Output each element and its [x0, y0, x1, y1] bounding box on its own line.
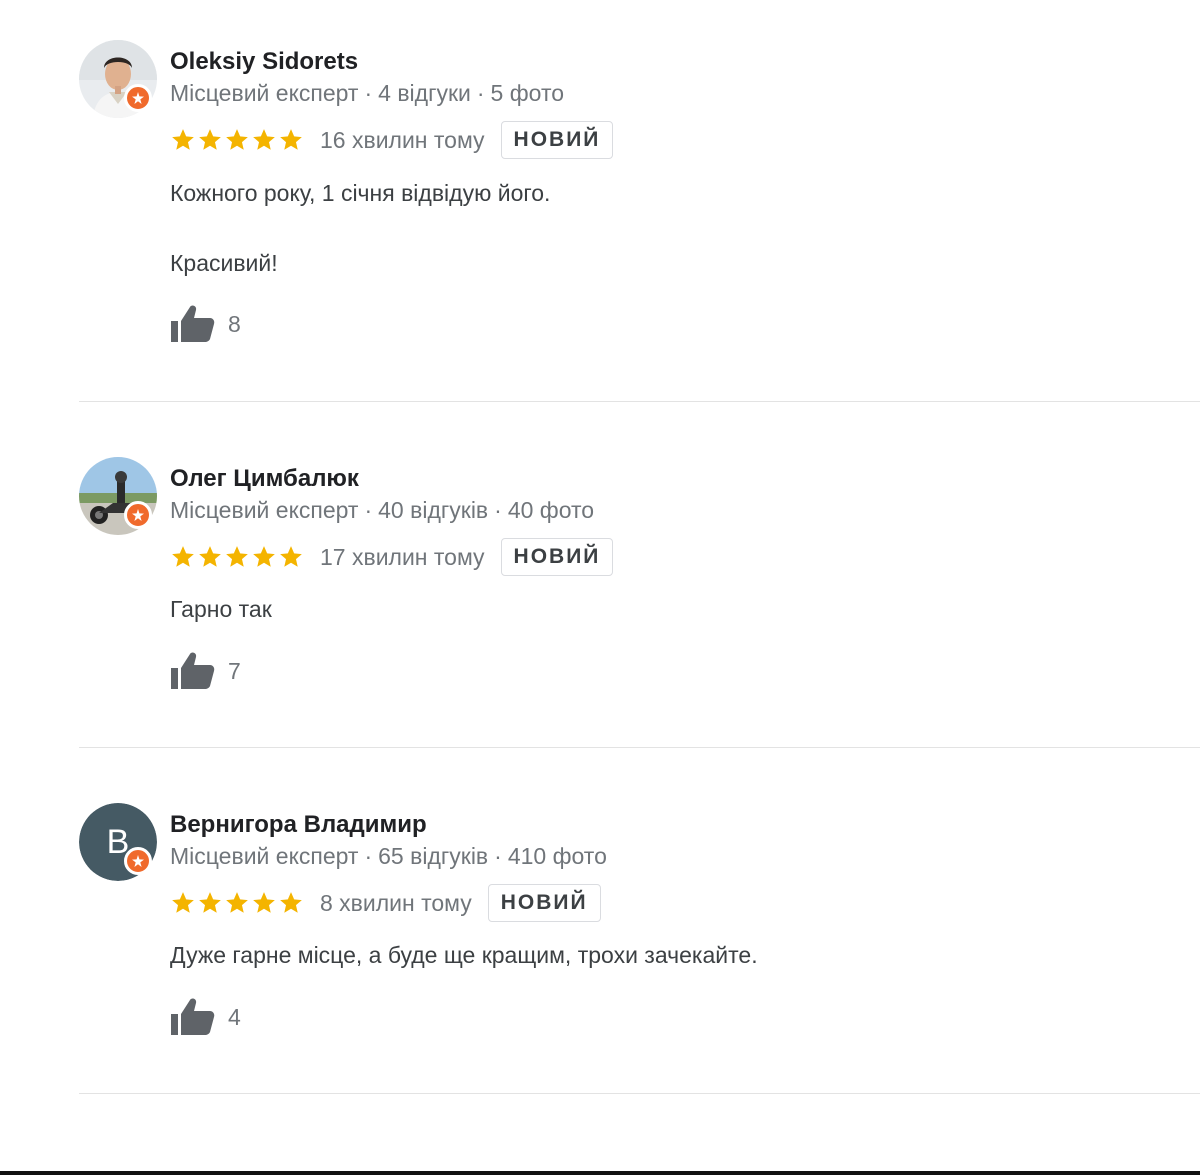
photos-count: 40 фото — [507, 497, 595, 523]
review-text-line: Кожного року, 1 січня відвідую його. — [170, 180, 551, 206]
review-text-line: Дуже гарне місце, а буде ще кращим, трох… — [170, 942, 758, 968]
local-guide-badge-icon — [124, 501, 152, 529]
separator: · — [476, 80, 485, 106]
divider — [79, 747, 1200, 748]
star-icon — [253, 129, 275, 150]
star-icon — [280, 129, 302, 150]
review-card: В Вернигора Владимир Місцевий експерт · 65… — [0, 803, 1200, 1053]
separator: · — [494, 497, 502, 523]
star-icon — [199, 892, 221, 913]
star-icon — [172, 129, 194, 150]
reviews-count: 65 відгуків — [378, 843, 489, 869]
reviews-count: 4 відгуки — [378, 80, 471, 106]
star-rating — [170, 890, 304, 916]
star-icon — [226, 546, 248, 567]
author-role: Місцевий експерт — [170, 497, 359, 523]
star-icon — [280, 546, 302, 567]
star-icon — [226, 129, 248, 150]
separator: · — [364, 80, 373, 106]
star-icon — [172, 892, 194, 913]
author-role: Місцевий експерт — [170, 80, 359, 106]
author-meta: Місцевий експерт · 40 відгуків · 40 фото — [170, 497, 594, 524]
rating-line: 17 хвилин тому НОВИЙ — [170, 537, 614, 577]
star-icon — [199, 546, 221, 567]
thumbs-up-icon — [171, 305, 215, 342]
new-badge: НОВИЙ — [500, 121, 614, 159]
thumbs-up-icon — [171, 998, 215, 1035]
review-card: Oleksiy Sidorets Місцевий експерт · 4 відг… — [0, 40, 1200, 360]
star-icon — [280, 892, 302, 913]
like-count: 7 — [228, 657, 241, 684]
photos-count: 5 фото — [490, 80, 565, 106]
local-guide-badge-icon — [124, 847, 152, 875]
like-count: 8 — [228, 310, 241, 337]
review-time: 8 хвилин тому — [320, 889, 472, 916]
author-role: Місцевий експерт — [170, 843, 359, 869]
like-button[interactable]: 7 — [170, 651, 241, 691]
review-text-line: Гарно так — [170, 596, 272, 622]
rating-line: 16 хвилин тому НОВИЙ — [170, 120, 614, 160]
rating-line: 8 хвилин тому НОВИЙ — [170, 883, 601, 923]
divider — [79, 401, 1200, 402]
divider — [79, 1093, 1200, 1094]
like-count: 4 — [228, 1003, 241, 1030]
star-rating — [170, 544, 304, 570]
author-meta: Місцевий експерт · 4 відгуки · 5 фото — [170, 80, 564, 107]
thumbs-up-icon — [171, 652, 215, 689]
separator: · — [494, 843, 502, 869]
separator: · — [364, 497, 373, 523]
author-name[interactable]: Олег Цимбалюк — [170, 465, 359, 493]
author-name[interactable]: Вернигора Владимир — [170, 811, 427, 839]
star-icon — [253, 892, 275, 913]
star-icon — [172, 546, 194, 567]
review-card: Олег Цимбалюк Місцевий експерт · 40 відгук… — [0, 457, 1200, 707]
author-meta: Місцевий експерт · 65 відгуків · 410 фото — [170, 843, 607, 870]
review-text-line: Красивий! — [170, 250, 278, 276]
review-time: 16 хвилин тому — [320, 126, 485, 153]
star-rating — [170, 127, 304, 153]
like-button[interactable]: 4 — [170, 997, 241, 1037]
local-guide-badge-icon — [124, 84, 152, 112]
bottom-edge — [0, 1171, 1200, 1175]
review-time: 17 хвилин тому — [320, 543, 485, 570]
separator: · — [364, 843, 373, 869]
photos-count: 410 фото — [507, 843, 607, 869]
like-button[interactable]: 8 — [170, 304, 241, 344]
reviews-count: 40 відгуків — [378, 497, 489, 523]
new-badge: НОВИЙ — [500, 538, 614, 576]
star-icon — [199, 129, 221, 150]
author-name[interactable]: Oleksiy Sidorets — [170, 48, 358, 76]
new-badge: НОВИЙ — [487, 884, 601, 922]
star-icon — [226, 892, 248, 913]
star-icon — [253, 546, 275, 567]
